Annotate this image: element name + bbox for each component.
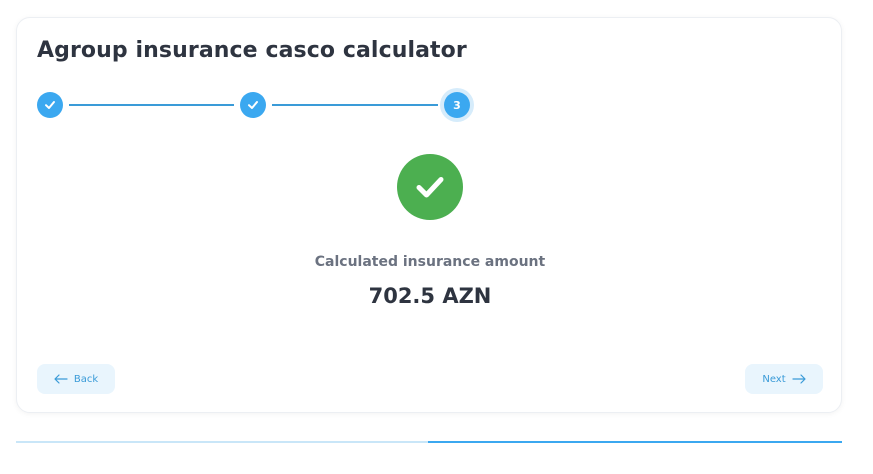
result-label: Calculated insurance amount bbox=[314, 254, 546, 270]
next-button-label: Next bbox=[762, 373, 786, 385]
check-icon bbox=[45, 101, 55, 109]
back-button[interactable]: Back bbox=[37, 364, 115, 394]
step-1-completed bbox=[37, 92, 63, 118]
step-3-current: 3 bbox=[444, 92, 470, 118]
page-title: Agroup insurance casco calculator bbox=[37, 38, 467, 63]
arrow-left-icon bbox=[54, 374, 68, 384]
calculator-card: Agroup insurance casco calculator 3 Calc… bbox=[16, 17, 842, 413]
success-check-icon bbox=[397, 154, 463, 220]
stepper: 3 bbox=[37, 92, 473, 120]
next-button[interactable]: Next bbox=[745, 364, 823, 394]
arrow-right-icon bbox=[792, 374, 806, 384]
check-icon bbox=[248, 101, 258, 109]
progress-bar bbox=[16, 441, 842, 443]
step-number: 3 bbox=[453, 98, 461, 112]
back-button-label: Back bbox=[73, 373, 99, 385]
progress-fill bbox=[428, 441, 842, 443]
check-icon bbox=[416, 177, 444, 198]
step-connector-1 bbox=[69, 104, 234, 106]
page: Agroup insurance casco calculator 3 Calc… bbox=[0, 0, 873, 474]
result-amount: 702.5 AZN bbox=[368, 284, 492, 308]
step-2-completed bbox=[240, 92, 266, 118]
step-connector-2 bbox=[272, 104, 438, 106]
